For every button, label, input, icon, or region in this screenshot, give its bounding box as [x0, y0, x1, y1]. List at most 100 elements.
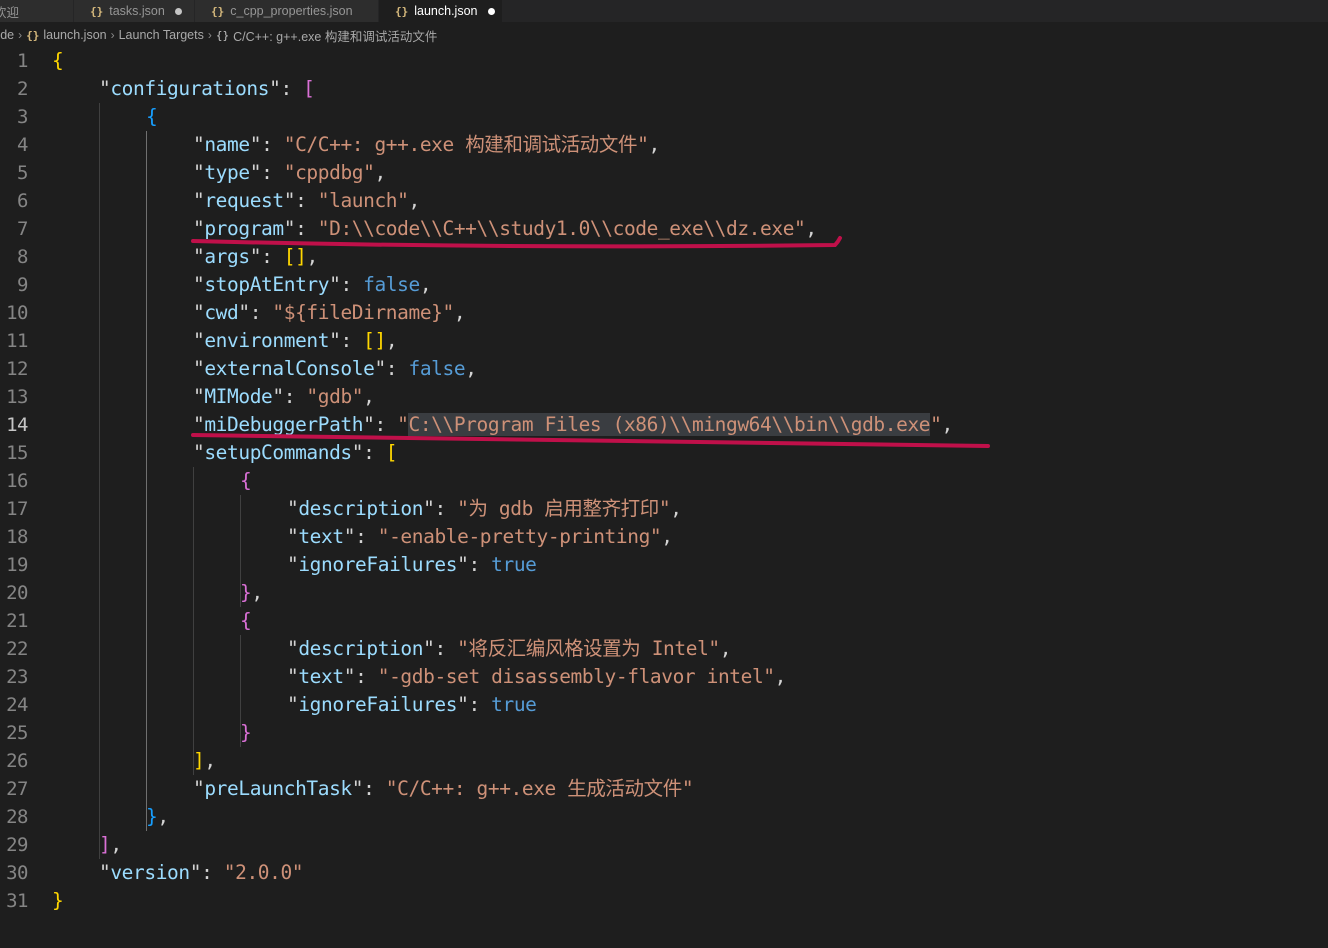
code-line[interactable]: 28},: [0, 803, 1328, 831]
breadcrumb-folder[interactable]: code: [0, 28, 14, 42]
code-line[interactable]: 9 "stopAtEntry": false,: [0, 271, 1328, 299]
quote: ": [329, 329, 341, 352]
json-key: externalConsole: [204, 357, 375, 380]
punctuation: ,: [363, 385, 375, 408]
code-line[interactable]: 5 "type": "cppdbg",: [0, 159, 1328, 187]
quote: ": [343, 525, 356, 548]
line-number: 15: [6, 442, 28, 464]
json-key: preLaunchTask: [204, 777, 352, 800]
close-bracket: }: [146, 805, 158, 828]
punctuation: ,: [204, 749, 216, 772]
code-line[interactable]: 26],: [0, 747, 1328, 775]
code-line[interactable]: 3{: [0, 103, 1328, 131]
tab-c-cpp-properties-json[interactable]: {} c_cpp_properties.json: [195, 0, 379, 22]
json-string-value: "${fileDirname}": [272, 301, 454, 324]
punctuation: ,: [719, 637, 732, 660]
tab-tasks-json[interactable]: {} tasks.json: [74, 0, 195, 22]
line-number: 21: [6, 610, 28, 632]
punctuation: :: [261, 161, 273, 184]
code-line[interactable]: 20},: [0, 579, 1328, 607]
punctuation: [272, 161, 283, 184]
red-underline-mi-debugger-path: [191, 433, 990, 448]
punctuation: :: [283, 385, 296, 408]
punctuation: ,: [157, 805, 169, 828]
code-line[interactable]: 25}: [0, 719, 1328, 747]
line-number: 2: [17, 78, 28, 100]
breadcrumb-file[interactable]: launch.json: [43, 28, 106, 42]
unsaved-dot-icon[interactable]: [174, 7, 182, 15]
tab-launch-json[interactable]: {} launch.json: [379, 0, 503, 22]
code-line[interactable]: 12 "externalConsole": false,: [0, 355, 1328, 383]
tab-label: 欢迎: [0, 5, 20, 20]
quote: ": [287, 497, 299, 520]
code-line[interactable]: 24 "ignoreFailures": true: [0, 691, 1328, 719]
tab-label: launch.json: [414, 4, 478, 18]
code-text: "ignoreFailures": true: [287, 551, 537, 579]
open-bracket: {: [146, 105, 158, 128]
code-editor[interactable]: 1{ 2 "configurations": [3{4 "name": "C/C++:…: [0, 47, 1328, 948]
code-line[interactable]: 29],: [0, 831, 1328, 859]
code-line[interactable]: 11 "environment": [],: [0, 327, 1328, 355]
punctuation: :: [201, 861, 213, 884]
code-line[interactable]: 4 "name": "C/C++: g++.exe 构建和调试活动文件",: [0, 131, 1328, 159]
code-text: }: [240, 719, 252, 747]
breadcrumb-section[interactable]: Launch Targets: [119, 28, 204, 42]
punctuation: :: [340, 273, 352, 296]
code-line[interactable]: 6 "request": "launch",: [0, 187, 1328, 215]
quote: ": [283, 189, 296, 212]
quote: ": [269, 77, 281, 100]
line-number: 6: [17, 190, 28, 212]
code-line[interactable]: 19 "ignoreFailures": true: [0, 551, 1328, 579]
line-number: 9: [17, 274, 28, 296]
quote: ": [193, 161, 205, 184]
json-string-value: "cppdbg": [283, 161, 375, 184]
json-file-icon: {}: [211, 4, 225, 18]
punctuation: :: [468, 553, 480, 576]
quote: ": [193, 301, 205, 324]
punctuation: :: [261, 133, 273, 156]
punctuation: :: [363, 777, 375, 800]
json-file-icon: {}: [395, 4, 409, 18]
code-text: "configurations": [: [99, 75, 315, 103]
punctuation: [292, 77, 303, 100]
close-bracket: }: [240, 581, 252, 604]
code-line[interactable]: 23 "text": "-gdb-set disassembly-flavor i…: [0, 663, 1328, 691]
code-line[interactable]: 30 "version": "2.0.0": [0, 859, 1328, 887]
json-key: description: [298, 637, 424, 660]
punctuation: ,: [251, 581, 263, 604]
code-line[interactable]: 22 "description": "将反汇编风格设置为 Intel",: [0, 635, 1328, 663]
code-line[interactable]: 10 "cwd": "${fileDirname}",: [0, 299, 1328, 327]
breadcrumb-symbol[interactable]: C/C++: g++.exe 构建和调试活动文件: [233, 26, 437, 45]
json-string-value: "C/C++: g++.exe 生成活动文件": [385, 777, 694, 800]
tab-welcome[interactable]: 欢迎: [0, 0, 74, 22]
quote: ": [287, 693, 299, 716]
code-line[interactable]: 17 "description": "为 gdb 启用整齐打印",: [0, 495, 1328, 523]
json-boolean: true: [491, 553, 537, 576]
code-line[interactable]: 31}: [0, 887, 1328, 915]
line-number: 18: [6, 526, 28, 548]
code-line[interactable]: 2 "configurations": [: [0, 75, 1328, 103]
indent-guide: [240, 635, 241, 747]
json-key: text: [298, 665, 344, 688]
code-text: "text": "-gdb-set disassembly-flavor int…: [287, 663, 786, 691]
json-file-icon: {}: [90, 4, 104, 18]
punctuation: [366, 665, 377, 688]
code-text: },: [146, 803, 169, 831]
code-line[interactable]: 18 "text": "-enable-pretty-printing",: [0, 523, 1328, 551]
code-text: "preLaunchTask": "C/C++: g++.exe 生成活动文件": [193, 775, 694, 803]
code-text: "cwd": "${fileDirname}",: [193, 299, 466, 327]
quote: ": [193, 133, 205, 156]
punctuation: ,: [774, 665, 787, 688]
code-line[interactable]: 27 "preLaunchTask": "C/C++: g++.exe 生成活动文…: [0, 775, 1328, 803]
line-number: 27: [6, 778, 28, 800]
code-line[interactable]: 13 "MIMode": "gdb",: [0, 383, 1328, 411]
code-text: ],: [99, 831, 122, 859]
json-key: text: [298, 525, 344, 548]
indent-guide: [240, 495, 241, 607]
code-line[interactable]: 21 {: [0, 607, 1328, 635]
code-text: "ignoreFailures": true: [287, 691, 537, 719]
code-line[interactable]: 16 {: [0, 467, 1328, 495]
code-line[interactable]: 1{: [0, 47, 1328, 75]
unsaved-dot-icon[interactable]: [487, 7, 495, 15]
json-string-value: "-gdb-set disassembly-flavor intel": [377, 665, 775, 688]
